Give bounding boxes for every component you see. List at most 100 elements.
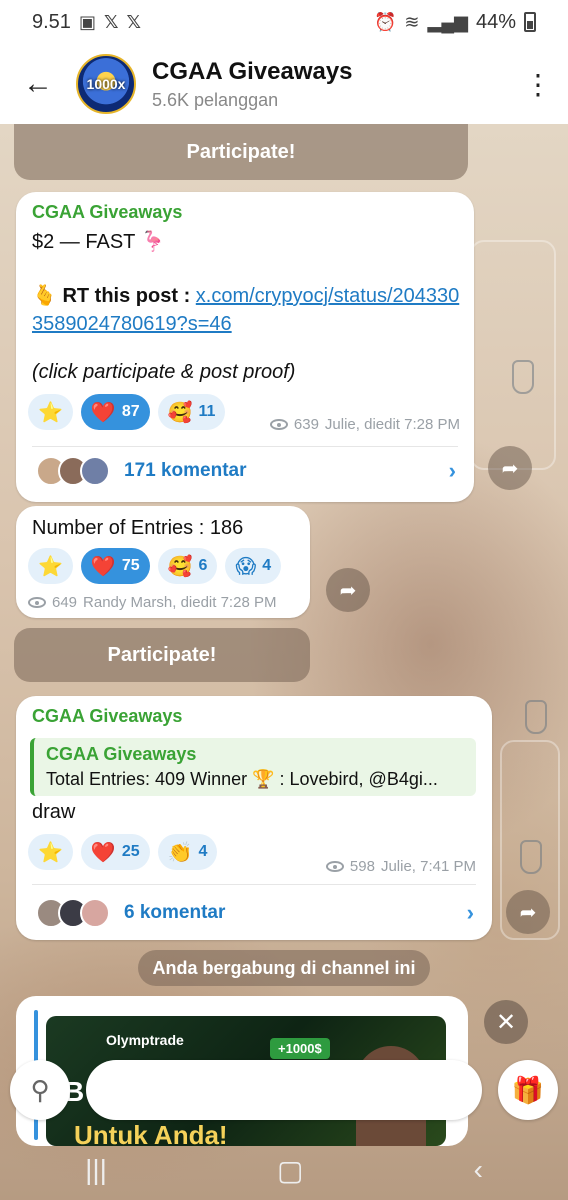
chat-header: ← 1000x CGAA Giveaways 5.6K pelanggan ⋮	[0, 44, 568, 124]
quote-author: CGAA Giveaways	[46, 744, 197, 764]
arrow-left-icon: ←	[23, 67, 53, 100]
reaction-star[interactable]: ⭐	[28, 834, 73, 870]
ad-brand: Olymptrade	[106, 1032, 184, 1048]
message-line: $2 — FAST 🦩	[32, 231, 166, 253]
view-count: 639	[293, 416, 319, 433]
reaction-love[interactable]: 🥰 6	[157, 548, 218, 584]
share-button[interactable]: ➦	[488, 446, 532, 490]
quote-text: Total Entries: 409 Winner 🏆 : Lovebird, …	[46, 769, 438, 789]
rt-prefix: 🫰 RT this post :	[32, 285, 196, 307]
quoted-message[interactable]: CGAA Giveaways Total Entries: 409 Winner…	[30, 738, 476, 796]
recent-apps-button[interactable]: |||	[85, 1154, 107, 1186]
star-icon: ⭐	[38, 555, 63, 578]
reaction-star[interactable]: ⭐	[28, 548, 73, 584]
gallery-icon: ▣	[78, 11, 96, 32]
reaction-bar: ⭐ ❤️ 87 🥰 11	[28, 394, 226, 430]
message-signature: Randy Marsh, diedit 7:28 PM	[83, 594, 277, 611]
share-button[interactable]: ➦	[326, 568, 370, 612]
reaction-heart[interactable]: ❤️ 75	[80, 548, 150, 584]
reaction-bar: ⭐ ❤️ 75 🥰 6 😱 4	[28, 548, 282, 584]
wallpaper-frame	[470, 240, 556, 470]
system-navigation-bar: ||| ▢ ‹	[0, 1140, 568, 1200]
share-arrow-icon: ➦	[339, 579, 357, 602]
divider	[32, 446, 458, 447]
lantern-decoration	[520, 840, 542, 874]
subscriber-count: 5.6K pelanggan	[152, 89, 279, 110]
message-signature: Julie, 7:41 PM	[380, 858, 476, 875]
status-bar: 9.51 ▣ 𝕏 𝕏 ⏰ ≋ ▂▄▆ 44%	[0, 0, 568, 44]
service-message: Anda bergabung di channel ini	[138, 950, 430, 986]
reaction-count: 4	[198, 843, 208, 860]
star-icon: ⭐	[38, 401, 63, 424]
participate-button[interactable]: Participate!	[14, 124, 468, 180]
eye-icon	[269, 419, 288, 430]
message-bubble[interactable]: Number of Entries : 186 ⭐ ❤️ 75 🥰 6 😱 4 649…	[16, 506, 310, 618]
message-bubble[interactable]: CGAA Giveaways CGAA Giveaways Total Entr…	[16, 696, 492, 940]
message-text: draw	[32, 801, 76, 823]
clapping-hands-icon: 👏	[167, 841, 193, 864]
system-back-button[interactable]: ‹	[474, 1154, 483, 1186]
message-author: CGAA Giveaways	[32, 706, 183, 726]
avatar-label: 1000x	[86, 76, 126, 92]
smiling-hearts-icon: 🥰	[167, 555, 193, 578]
search-button[interactable]: ⚲	[10, 1060, 70, 1120]
search-icon: ⚲	[30, 1074, 50, 1105]
message-author: CGAA Giveaways	[32, 202, 183, 222]
view-count: 649	[52, 594, 78, 611]
alarm-icon: ⏰	[374, 11, 397, 32]
reaction-heart[interactable]: ❤️ 25	[80, 834, 150, 870]
share-button[interactable]: ➦	[506, 890, 550, 934]
comments-link[interactable]: 171 komentar	[36, 456, 247, 486]
comments-link[interactable]: 6 komentar	[36, 898, 225, 928]
battery-level: 44%	[475, 10, 516, 33]
screaming-face-icon: 😱	[235, 555, 257, 578]
commenter-avatar	[80, 898, 110, 928]
heart-icon: ❤️	[90, 401, 116, 424]
participate-label: Participate!	[107, 643, 217, 666]
star-icon: ⭐	[38, 841, 63, 864]
close-ad-button[interactable]: ✕	[484, 1000, 528, 1044]
participate-label: Participate!	[186, 140, 296, 163]
message-bubble[interactable]: CGAA Giveaways $2 — FAST 🦩 🫰 RT this pos…	[16, 192, 474, 502]
message-meta: 598 Julie, 7:41 PM	[325, 858, 476, 875]
message-rt-line: 🫰 RT this post : x.com/crypyocj/status/2…	[32, 282, 462, 338]
channel-action-bar[interactable]	[86, 1060, 482, 1120]
reaction-count: 6	[198, 557, 208, 574]
reaction-shock[interactable]: 😱 4	[225, 548, 282, 584]
divider	[32, 884, 476, 885]
channel-title: CGAA Giveaways	[152, 57, 353, 85]
reaction-love[interactable]: 🥰 11	[157, 394, 226, 430]
eye-icon	[325, 861, 344, 872]
channel-info[interactable]: CGAA Giveaways 5.6K pelanggan	[152, 58, 353, 111]
signal-icon: ▂▄▆	[427, 11, 468, 32]
home-button[interactable]: ▢	[277, 1154, 303, 1187]
participate-button[interactable]: Participate!	[14, 628, 310, 682]
message-meta: 639 Julie, diedit 7:28 PM	[269, 416, 460, 433]
x-app-icon: 𝕏	[126, 11, 141, 32]
gift-button[interactable]: 🎁	[498, 1060, 558, 1120]
x-app-icon: 𝕏	[103, 11, 119, 32]
share-arrow-icon: ➦	[501, 457, 519, 480]
reaction-clap[interactable]: 👏 4	[157, 834, 218, 870]
reaction-count: 4	[262, 557, 272, 574]
reaction-heart[interactable]: ❤️ 87	[80, 394, 150, 430]
wifi-icon: ≋	[404, 11, 420, 32]
more-vertical-icon: ⋮	[524, 68, 552, 100]
message-text: Number of Entries : 186	[32, 517, 244, 539]
heart-icon: ❤️	[90, 841, 116, 864]
comments-count: 6 komentar	[124, 902, 226, 923]
channel-avatar[interactable]: 1000x	[76, 54, 136, 114]
comments-count: 171 komentar	[124, 460, 247, 481]
reaction-count: 75	[121, 557, 140, 574]
back-button[interactable]: ←	[0, 44, 76, 124]
eye-icon	[28, 597, 46, 608]
lantern-decoration	[525, 700, 547, 734]
message-meta: 649 Randy Marsh, diedit 7:28 PM	[28, 594, 276, 611]
reaction-count: 11	[198, 403, 216, 420]
more-menu-button[interactable]: ⋮	[508, 44, 568, 124]
reaction-star[interactable]: ⭐	[28, 394, 73, 430]
heart-icon: ❤️	[90, 555, 116, 578]
ad-badge: +1000$	[270, 1038, 330, 1059]
reaction-count: 87	[121, 403, 140, 420]
gift-icon: 🎁	[511, 1074, 545, 1105]
